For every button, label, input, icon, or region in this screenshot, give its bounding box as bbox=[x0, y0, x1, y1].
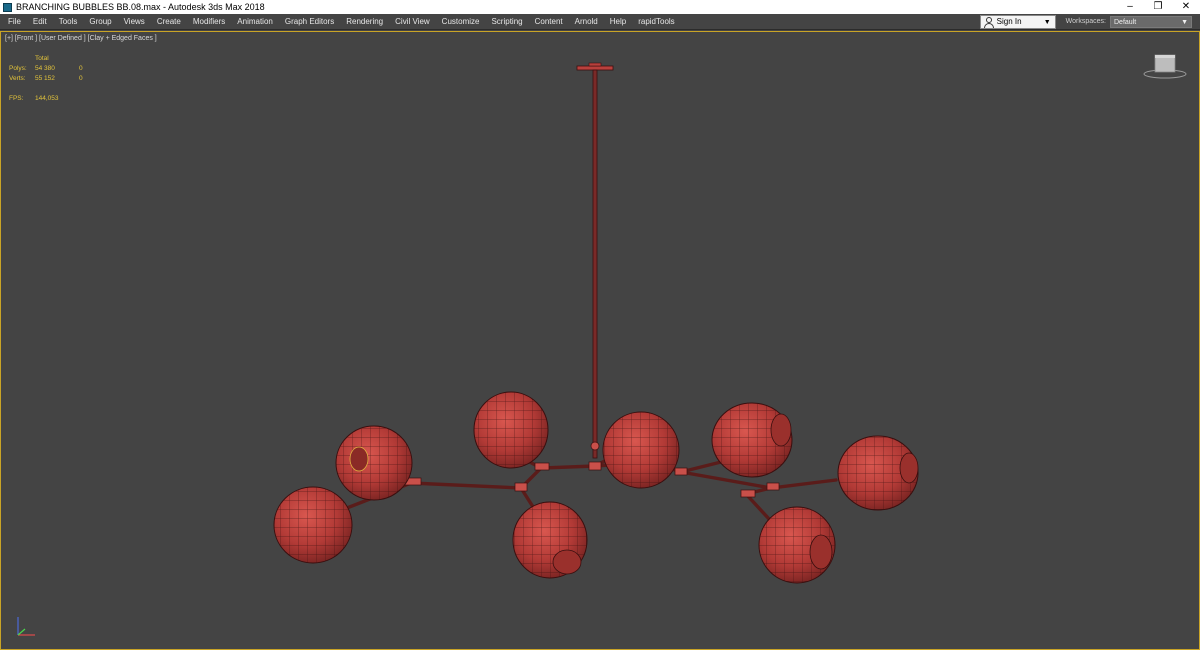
bubble-2 bbox=[273, 486, 353, 564]
menu-bar: File Edit Tools Group Views Create Modif… bbox=[0, 14, 1200, 30]
workspaces-label: Workspaces: bbox=[1065, 18, 1106, 25]
bubble-5 bbox=[602, 411, 680, 489]
menu-file[interactable]: File bbox=[2, 14, 27, 30]
menu-arnold[interactable]: Arnold bbox=[569, 14, 604, 30]
app-icon bbox=[3, 2, 12, 12]
menu-create[interactable]: Create bbox=[151, 14, 187, 30]
sign-in-dropdown[interactable]: Sign In ▼ bbox=[979, 14, 1056, 29]
menu-views[interactable]: Views bbox=[118, 14, 151, 30]
bubble-4 bbox=[512, 501, 588, 579]
bubble-6 bbox=[711, 402, 793, 478]
window-controls: – ❐ ✕ bbox=[1116, 0, 1200, 14]
workspaces-select[interactable]: Default ▼ bbox=[1110, 15, 1192, 28]
menu-items: File Edit Tools Group Views Create Modif… bbox=[0, 14, 980, 30]
menu-graph-editors[interactable]: Graph Editors bbox=[279, 14, 340, 30]
menu-scripting[interactable]: Scripting bbox=[485, 14, 528, 30]
menu-content[interactable]: Content bbox=[529, 14, 569, 30]
menu-customize[interactable]: Customize bbox=[436, 14, 486, 30]
viewcube-icon[interactable] bbox=[1143, 53, 1187, 79]
menu-rapidtools[interactable]: rapidTools bbox=[632, 14, 680, 30]
menu-animation[interactable]: Animation bbox=[231, 14, 279, 30]
sign-in-label: Sign In bbox=[996, 17, 1022, 26]
menu-modifiers[interactable]: Modifiers bbox=[187, 14, 231, 30]
bubble-8 bbox=[758, 506, 836, 584]
caret-down-icon: ▼ bbox=[1043, 18, 1051, 26]
workspaces-value: Default bbox=[1114, 18, 1137, 26]
viewport-front[interactable]: [+] [Front ] [User Defined ] [Clay + Edg… bbox=[0, 31, 1200, 650]
title-bar: BRANCHING BUBBLES BB.08.max - Autodesk 3… bbox=[0, 0, 1200, 14]
bubble-3 bbox=[473, 391, 549, 469]
bubble-1 bbox=[335, 425, 413, 501]
bubble-7 bbox=[837, 435, 919, 511]
axis-tripod-icon bbox=[17, 617, 35, 636]
close-button[interactable]: ✕ bbox=[1172, 0, 1200, 14]
caret-down-icon: ▼ bbox=[1181, 18, 1188, 26]
menu-help[interactable]: Help bbox=[604, 14, 632, 30]
menu-edit[interactable]: Edit bbox=[27, 14, 53, 30]
minimize-button[interactable]: – bbox=[1116, 0, 1144, 14]
ceiling-canopy bbox=[576, 62, 614, 71]
menu-rendering[interactable]: Rendering bbox=[340, 14, 389, 30]
scene-render bbox=[273, 62, 919, 584]
menu-group[interactable]: Group bbox=[83, 14, 117, 30]
menu-civil-view[interactable]: Civil View bbox=[389, 14, 436, 30]
person-icon bbox=[983, 16, 994, 28]
menu-tools[interactable]: Tools bbox=[53, 14, 84, 30]
restore-button[interactable]: ❐ bbox=[1144, 0, 1172, 14]
suspension-rod bbox=[592, 69, 598, 459]
window-title: BRANCHING BUBBLES BB.08.max - Autodesk 3… bbox=[16, 2, 265, 12]
